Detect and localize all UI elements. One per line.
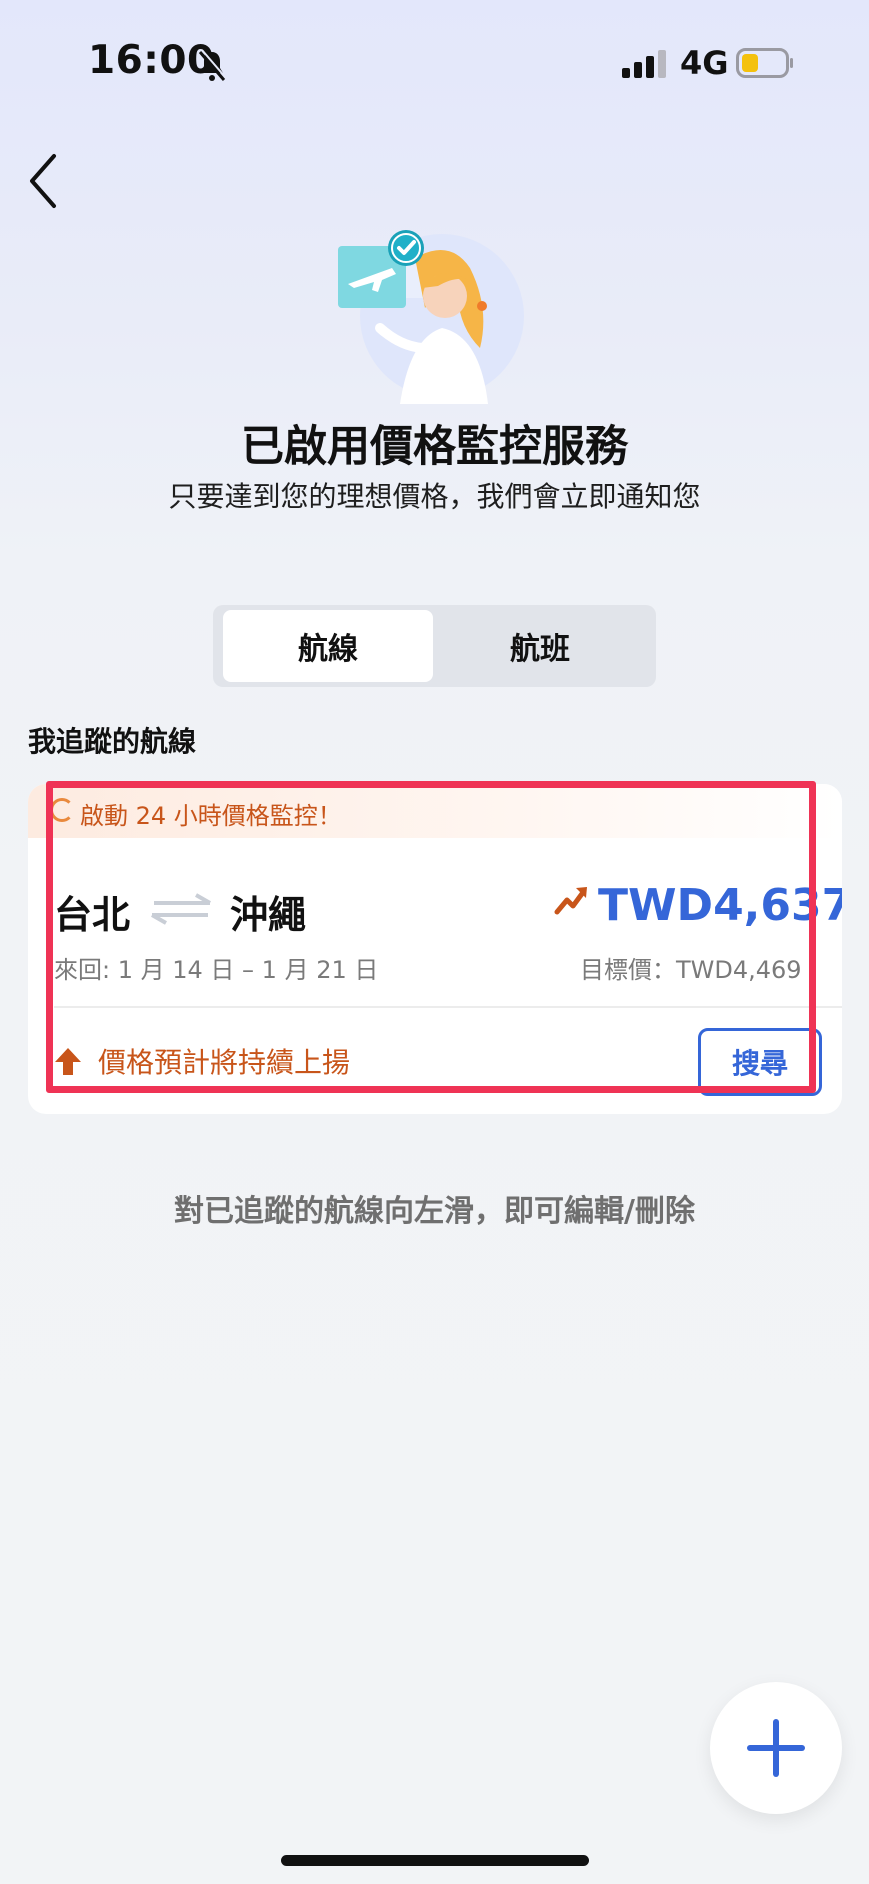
loading-icon xyxy=(50,798,74,822)
back-chevron-icon[interactable] xyxy=(24,150,64,212)
arrow-up-icon xyxy=(55,1048,81,1075)
route-card[interactable]: 啟動 24 小時價格監控！ 台北 沖繩 來回: 1 月 14 日 – 1 月 2… xyxy=(28,784,842,1114)
banner-text: 啟動 24 小時價格監控！ xyxy=(80,802,342,830)
price-alert-illustration xyxy=(338,230,524,404)
price-trend-text: 價格預計將持續上揚 xyxy=(98,1046,351,1079)
page-title: 已啟用價格監控服務 xyxy=(241,422,628,472)
target-price: 目標價：TWD4,469 xyxy=(580,956,802,984)
page-subtitle: 只要達到您的理想價格，我們會立即通知您 xyxy=(168,480,701,513)
tab-routes[interactable]: 航線 xyxy=(223,610,433,682)
bell-muted-icon xyxy=(198,49,227,81)
destination-city: 沖繩 xyxy=(230,893,307,937)
origin-city: 台北 xyxy=(54,893,131,937)
swap-arrows-icon xyxy=(151,893,211,925)
tab-flights[interactable]: 航班 xyxy=(435,610,645,682)
travel-dates: 來回: 1 月 14 日 – 1 月 21 日 xyxy=(54,956,379,984)
current-price: TWD4,637 xyxy=(598,880,842,931)
trend-up-icon xyxy=(554,887,587,915)
section-title: 我追蹤的航線 xyxy=(28,725,197,758)
battery-icon xyxy=(736,48,793,78)
signal-icon xyxy=(622,50,666,78)
home-indicator xyxy=(281,1855,589,1866)
swipe-hint: 對已追蹤的航線向左滑，即可編輯/刪除 xyxy=(174,1194,695,1229)
plus-icon xyxy=(747,1719,805,1777)
add-route-button[interactable] xyxy=(710,1682,842,1814)
network-type: 4G xyxy=(680,44,729,82)
divider xyxy=(54,1006,842,1008)
search-button[interactable]: 搜尋 xyxy=(698,1028,822,1096)
tab-switcher: 航線 航班 xyxy=(213,605,656,687)
monitor-banner: 啟動 24 小時價格監控！ xyxy=(28,784,842,838)
